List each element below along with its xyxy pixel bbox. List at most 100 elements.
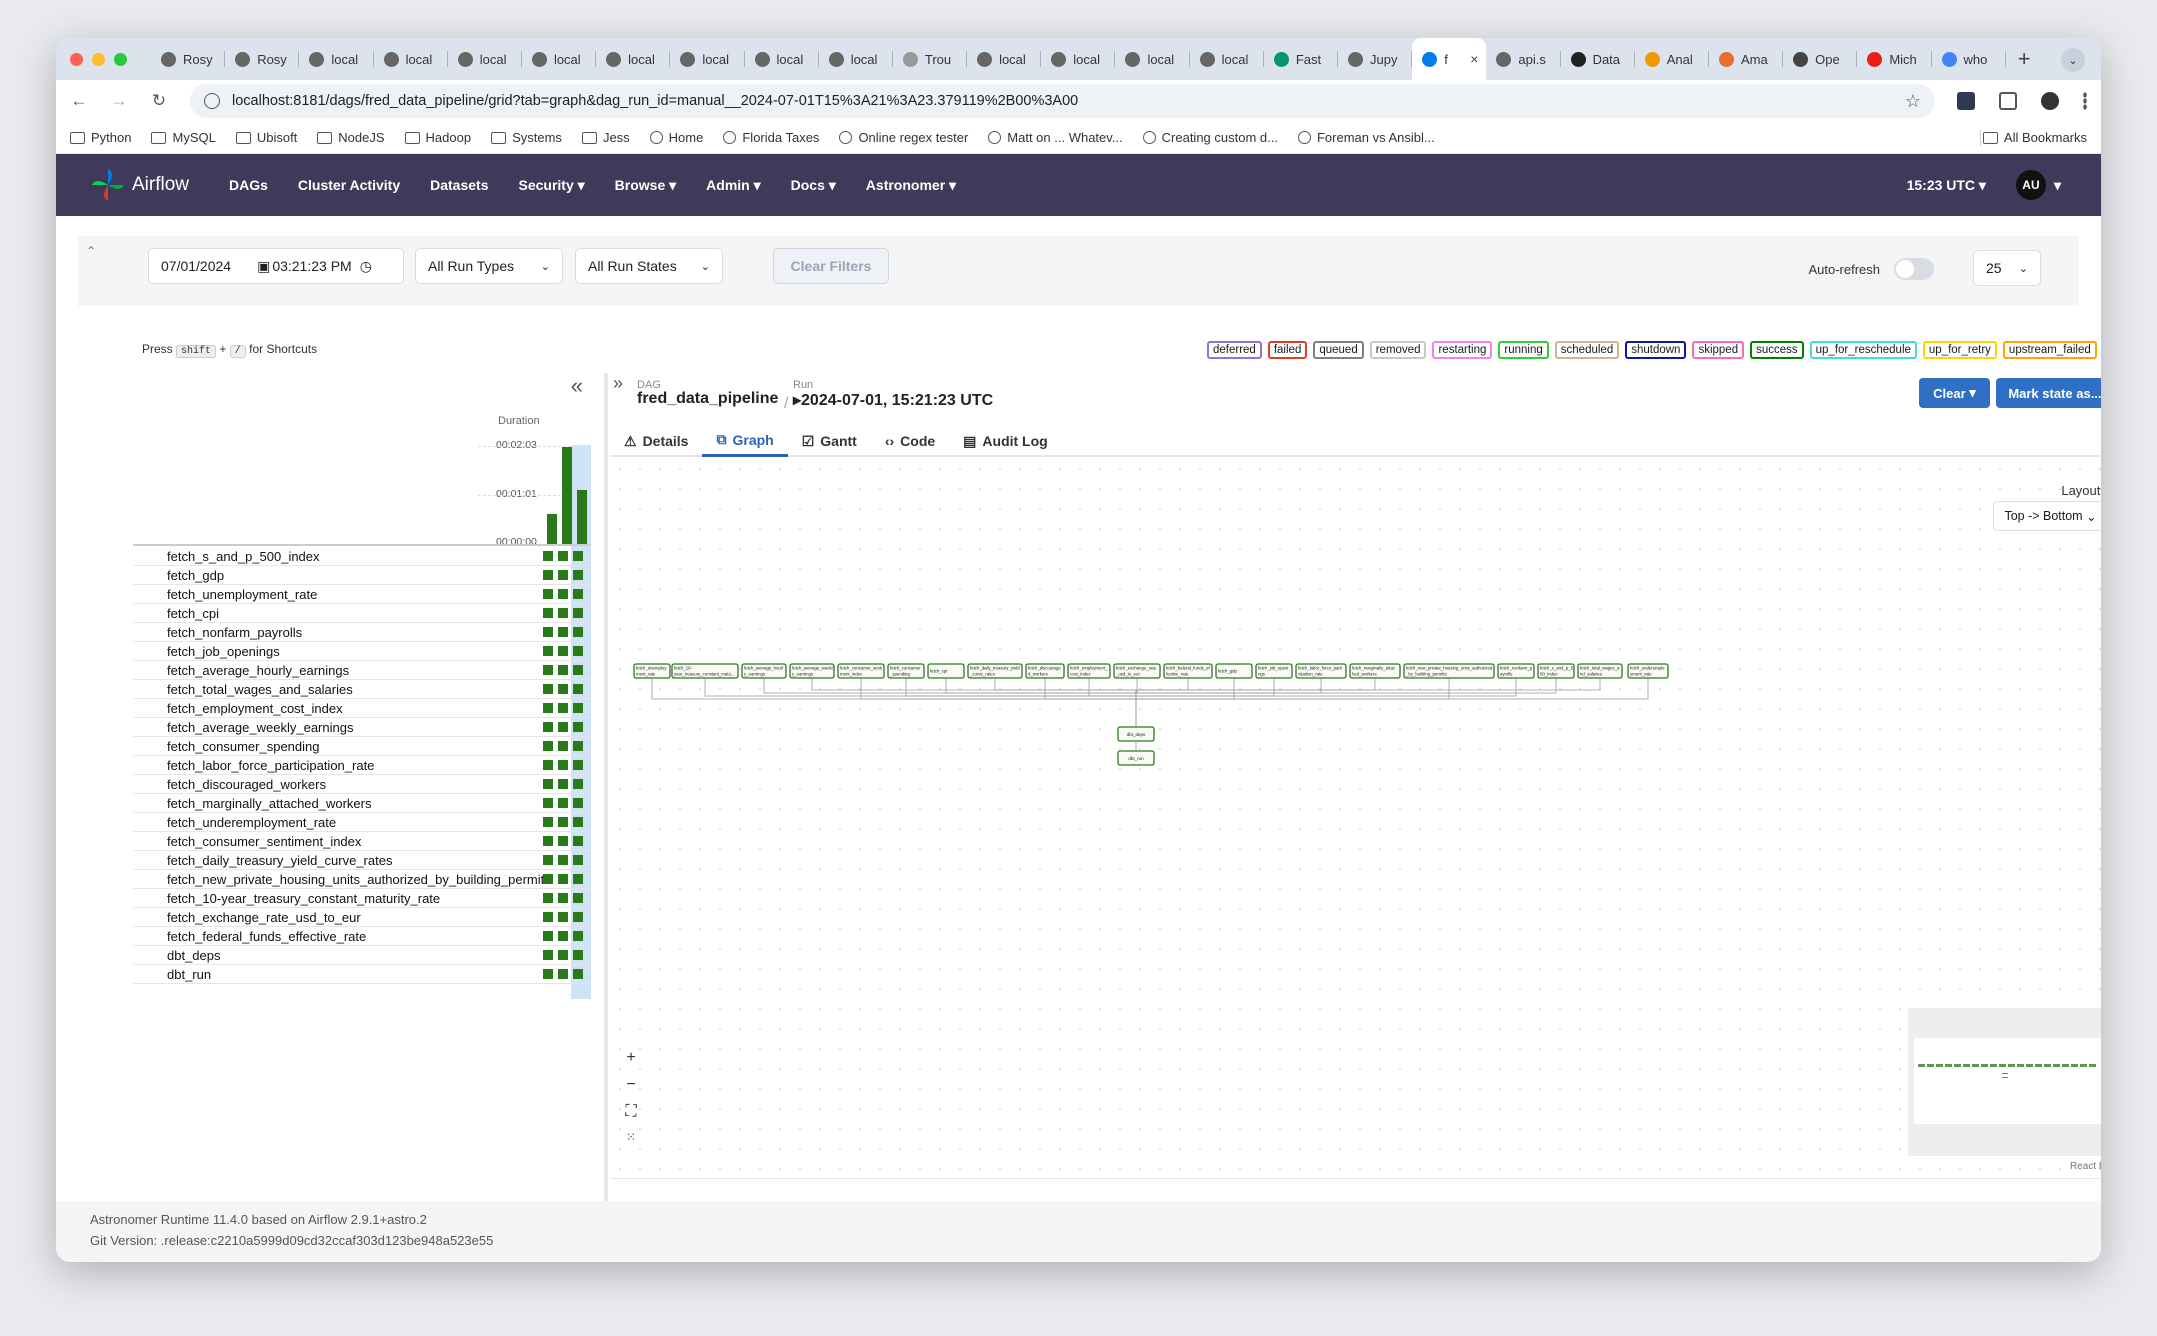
task-row[interactable]: fetch_10-year_treasury_constant_maturity… <box>133 889 591 908</box>
bookmark-item[interactable]: Online regex tester <box>839 130 968 145</box>
url-text[interactable]: localhost:8181/dags/fred_data_pipeline/g… <box>232 93 1078 109</box>
run-duration-bar[interactable] <box>547 513 557 545</box>
task-instance-cell[interactable] <box>558 665 568 675</box>
legend-success[interactable]: success <box>1750 341 1804 359</box>
task-instance-cell[interactable] <box>543 760 553 770</box>
browser-tab[interactable]: Trou <box>893 38 968 80</box>
new-tab-button[interactable]: + <box>2018 46 2031 72</box>
close-window-button[interactable] <box>70 52 83 66</box>
task-instance-cell[interactable] <box>543 969 553 979</box>
task-instance-cell[interactable] <box>543 874 553 884</box>
task-instance-cell[interactable] <box>543 931 553 941</box>
task-instance-cell[interactable] <box>543 608 553 618</box>
tab-search-chevron-icon[interactable]: ⌄ <box>2061 48 2085 72</box>
browser-tab[interactable]: Anal <box>1635 38 1709 80</box>
task-row[interactable]: fetch_marginally_attached_workers <box>133 794 591 813</box>
browser-tab[interactable]: local <box>299 38 374 80</box>
reload-icon[interactable]: ↻ <box>150 91 168 111</box>
task-instance-cell[interactable] <box>558 551 568 561</box>
task-name[interactable]: fetch_daily_treasury_yield_curve_rates <box>167 853 392 868</box>
legend-queued[interactable]: queued <box>1313 341 1364 359</box>
browser-tab[interactable]: api.s <box>1486 38 1561 80</box>
zoom-in-icon[interactable]: + <box>626 1049 635 1070</box>
task-row[interactable]: fetch_discouraged_workers <box>133 775 591 794</box>
task-node[interactable]: fetch_employment_cost_index <box>1067 663 1111 679</box>
task-node[interactable]: fetch_labor_force_participation_rate <box>1295 663 1347 679</box>
task-name[interactable]: fetch_consumer_spending <box>167 739 320 754</box>
task-instance-cell[interactable] <box>573 684 583 694</box>
task-row[interactable]: fetch_employment_cost_index <box>133 699 591 718</box>
task-row[interactable]: fetch_nonfarm_payrolls <box>133 623 591 642</box>
task-name[interactable]: fetch_average_weekly_earnings <box>167 720 353 735</box>
task-instance-cell[interactable] <box>558 722 568 732</box>
task-name[interactable]: fetch_average_hourly_earnings <box>167 663 349 678</box>
legend-failed[interactable]: failed <box>1267 341 1308 359</box>
react-flow-attribution[interactable]: React Flow <box>2070 1161 2101 1172</box>
task-instance-cell[interactable] <box>573 950 583 960</box>
run-types-select[interactable]: All Run Types ⌄ <box>415 248 563 284</box>
task-node[interactable]: fetch_federal_funds_effective_rate <box>1163 663 1213 679</box>
task-node[interactable]: fetch_new_private_housing_units_authoriz… <box>1403 663 1495 679</box>
task-row[interactable]: fetch_new_private_housing_units_authoriz… <box>133 870 591 889</box>
task-name[interactable]: dbt_deps <box>167 948 221 963</box>
task-node[interactable]: fetch_job_openings <box>1255 663 1293 679</box>
site-info-icon[interactable] <box>204 93 220 109</box>
browser-tab[interactable]: local <box>1115 38 1190 80</box>
task-instance-cell[interactable] <box>558 779 568 789</box>
task-node[interactable]: fetch_average_weekly_earnings <box>789 663 835 679</box>
fit-view-icon[interactable]: ⛶ <box>625 1103 636 1124</box>
auto-refresh-toggle[interactable] <box>1894 258 1934 280</box>
task-row[interactable]: fetch_federal_funds_effective_rate <box>133 927 591 946</box>
task-instance-cell[interactable] <box>573 608 583 618</box>
task-instance-cell[interactable] <box>573 589 583 599</box>
task-instance-cell[interactable] <box>543 627 553 637</box>
task-instance-cell[interactable] <box>558 589 568 599</box>
task-name[interactable]: fetch_labor_force_participation_rate <box>167 758 374 773</box>
task-row[interactable]: fetch_cpi <box>133 604 591 623</box>
task-instance-cell[interactable] <box>543 665 553 675</box>
task-instance-cell[interactable] <box>573 779 583 789</box>
task-node[interactable]: fetch_average_hourly_earnings <box>741 663 787 679</box>
browser-tab[interactable]: local <box>596 38 671 80</box>
legend-up_for_retry[interactable]: up_for_retry <box>1922 341 1997 359</box>
task-name[interactable]: fetch_job_openings <box>167 644 280 659</box>
task-row[interactable]: fetch_exchange_rate_usd_to_eur <box>133 908 591 927</box>
task-instance-cell[interactable] <box>573 627 583 637</box>
task-name[interactable]: fetch_gdp <box>167 568 224 583</box>
task-row[interactable]: fetch_underemployment_rate <box>133 813 591 832</box>
task-row[interactable]: fetch_average_hourly_earnings <box>133 661 591 680</box>
task-node[interactable]: fetch_marginally_attached_workers <box>1349 663 1401 679</box>
task-row[interactable]: fetch_job_openings <box>133 642 591 661</box>
browser-tab[interactable]: Rosy <box>225 38 300 80</box>
browser-tab[interactable]: local <box>522 38 597 80</box>
task-node[interactable]: fetch_daily_treasury_yield_curve_rates <box>967 663 1023 679</box>
legend-removed[interactable]: removed <box>1369 341 1427 359</box>
task-node[interactable]: fetch_discouraged_workers <box>1025 663 1065 679</box>
nav-security[interactable]: Security ▾ <box>518 177 584 194</box>
task-instance-cell[interactable] <box>543 912 553 922</box>
task-instance-cell[interactable] <box>573 760 583 770</box>
browser-tab[interactable]: who <box>1932 38 2006 80</box>
legend-up_for_reschedule[interactable]: up_for_reschedule <box>1809 341 1917 359</box>
task-node[interactable]: fetch_exchange_rate_usd_to_eur <box>1113 663 1161 679</box>
browser-tab[interactable]: Mich <box>1857 38 1932 80</box>
nav-cluster-activity[interactable]: Cluster Activity <box>298 177 400 194</box>
task-name[interactable]: fetch_marginally_attached_workers <box>167 796 372 811</box>
collapse-grid-icon[interactable]: « <box>571 373 583 399</box>
task-name[interactable]: fetch_cpi <box>167 606 219 621</box>
minimap[interactable] <box>1908 1008 2101 1156</box>
task-instance-cell[interactable] <box>573 912 583 922</box>
extension-icon[interactable] <box>1957 92 1975 110</box>
clear-filters-button[interactable]: Clear Filters <box>773 248 889 284</box>
task-instance-cell[interactable] <box>573 855 583 865</box>
all-bookmarks[interactable]: All Bookmarks <box>1982 130 2087 145</box>
task-instance-cell[interactable] <box>558 646 568 656</box>
task-instance-cell[interactable] <box>558 874 568 884</box>
bookmark-item[interactable]: Python <box>70 130 131 145</box>
task-instance-cell[interactable] <box>543 703 553 713</box>
task-row[interactable]: fetch_consumer_spending <box>133 737 591 756</box>
bookmark-item[interactable]: Foreman vs Ansibl... <box>1297 130 1435 145</box>
task-row[interactable]: fetch_consumer_sentiment_index <box>133 832 591 851</box>
browser-tab[interactable]: local <box>1041 38 1116 80</box>
task-instance-cell[interactable] <box>573 551 583 561</box>
